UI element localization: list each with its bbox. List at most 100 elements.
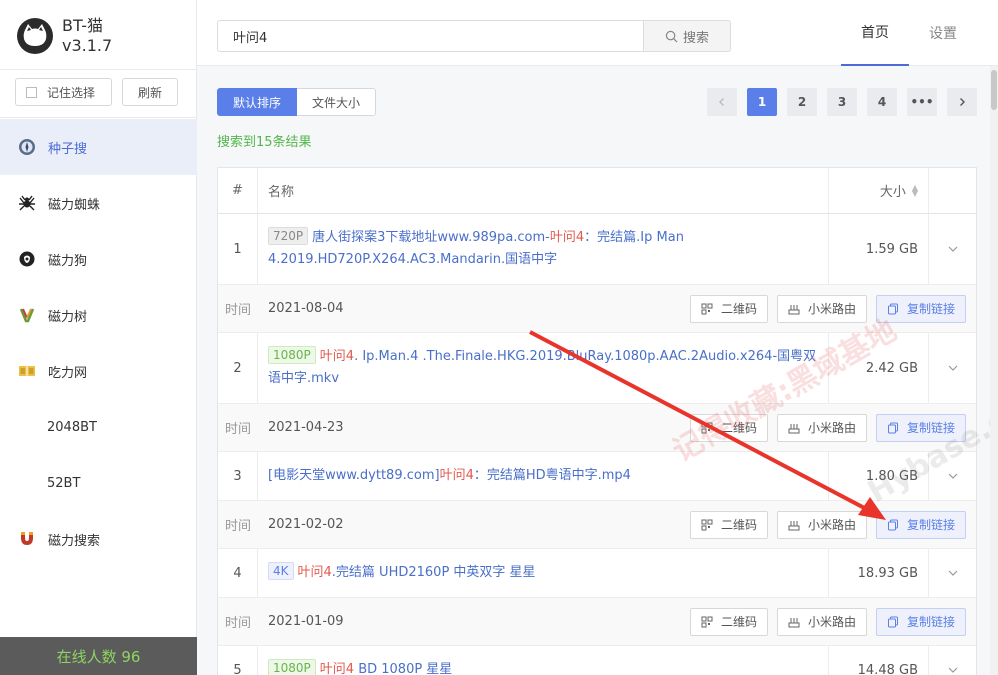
router-icon [788, 520, 800, 530]
expand-button[interactable] [929, 646, 976, 675]
magnet-icon [18, 530, 36, 548]
remember-label: 记住选择 [47, 85, 96, 100]
refresh-button[interactable]: 刷新 [122, 78, 178, 106]
qr-code-button[interactable]: 二维码 [689, 413, 768, 442]
sidebar-item-label: 种子搜 [48, 141, 88, 157]
row-meta: 时间 2021-02-02 二维码 小米路由 复制链接 [218, 501, 976, 549]
meta-label: 时间 [224, 519, 251, 534]
sidebar-item-zhongzisou[interactable]: 种子搜 [0, 119, 197, 175]
sort-default-button[interactable]: 默认排序 [217, 88, 298, 116]
copy-link-button[interactable]: 复制链接 [875, 294, 966, 323]
prev-page-button[interactable] [707, 88, 737, 116]
chevron-right-icon [960, 98, 965, 106]
compass-icon [18, 138, 36, 156]
chevron-down-icon [948, 246, 957, 252]
qr-code-button[interactable]: 二维码 [689, 607, 768, 636]
table-row: 2 1080P 叶问4. Ip.Man.4 .The.Finale.HKG.201… [218, 333, 976, 404]
row-size: 1.59 GB [829, 214, 929, 284]
xiaomi-router-button[interactable]: 小米路由 [776, 607, 867, 636]
row-index: 1 [218, 214, 258, 284]
row-keyword: 叶问4 [319, 349, 355, 364]
qr-code-button[interactable]: 二维码 [689, 510, 768, 539]
copy-link-label: 复制链接 [906, 421, 955, 435]
meta-date: 2021-01-09 [268, 614, 344, 629]
row-size: 18.93 GB [829, 549, 929, 597]
sidebar-tools: 记住选择 刷新 [0, 70, 197, 118]
sidebar-item-cilisousuo[interactable]: 磁力搜索 [0, 511, 197, 567]
copy-icon [887, 616, 898, 627]
chevron-left-icon [719, 98, 724, 106]
copy-link-button[interactable]: 复制链接 [875, 413, 966, 442]
xiaomi-router-button[interactable]: 小米路由 [776, 294, 867, 323]
copy-icon [887, 303, 898, 314]
copy-icon [887, 519, 898, 530]
cat-logo-icon [17, 18, 53, 54]
remember-checkbox[interactable]: 记住选择 [15, 78, 112, 106]
row-title-before: 唐人街探案3下载地址www.989pa.com- [312, 230, 550, 245]
sidebar-item-label: 磁力搜索 [48, 533, 101, 549]
meta-label: 时间 [224, 422, 251, 437]
sidebar: BT-猫 v3.1.7 记住选择 刷新 种子搜 磁力蜘蛛 磁力狗 磁力树 吃力网… [0, 0, 197, 675]
search-icon [665, 30, 678, 42]
router-label: 小米路由 [807, 421, 856, 435]
row-name[interactable]: 720P 唐人街探案3下载地址www.989pa.com-叶问4：完结篇.Ip M… [258, 214, 829, 284]
expand-button[interactable] [929, 214, 976, 284]
sidebar-item-label: 磁力蜘蛛 [48, 197, 101, 213]
more-pages-button[interactable]: ••• [907, 88, 937, 116]
xiaomi-router-button[interactable]: 小米路由 [776, 510, 867, 539]
page-button-3[interactable]: 3 [827, 88, 857, 116]
header-size[interactable]: 大小 ▲ ▼ [829, 168, 929, 213]
xiaomi-router-button[interactable]: 小米路由 [776, 413, 867, 442]
row-name[interactable]: 1080P 叶问4. Ip.Man.4 .The.Finale.HKG.2019.… [258, 333, 829, 403]
row-name[interactable]: 4K 叶问4.完结篇 UHD2160P 中英双字 星星 [258, 549, 829, 597]
meta-label: 时间 [224, 303, 251, 318]
sidebar-item-2048bt[interactable]: 2048BT [0, 399, 197, 455]
table-row: 4 4K 叶问4.完结篇 UHD2160P 中英双字 星星 18.93 GB [218, 549, 976, 598]
scrollbar-thumb[interactable] [991, 70, 997, 110]
next-page-button[interactable] [947, 88, 977, 116]
header-index: # [218, 168, 258, 213]
page-button-4[interactable]: 4 [867, 88, 897, 116]
row-meta: 时间 2021-04-23 二维码 小米路由 复制链接 [218, 404, 976, 452]
row-name[interactable]: [电影天堂www.dytt89.com]叶问4：完结篇HD粤语中字.mp4 [258, 452, 829, 500]
page-button-1[interactable]: 1 [747, 88, 777, 116]
expand-button[interactable] [929, 333, 976, 403]
router-icon [788, 423, 800, 433]
tab-home[interactable]: 首页 [841, 0, 909, 66]
sidebar-item-cuiligou[interactable]: 磁力狗 [0, 231, 197, 287]
copy-link-button[interactable]: 复制链接 [875, 607, 966, 636]
expand-button[interactable] [929, 452, 976, 500]
sort-size-button[interactable]: 文件大小 [297, 88, 377, 116]
row-index: 2 [218, 333, 258, 403]
qr-code-label: 二维码 [720, 302, 757, 316]
app-version: v3.1.7 [62, 36, 113, 55]
header-expand [929, 168, 976, 213]
header-size-label: 大小 [879, 185, 906, 200]
table-row: 1 720P 唐人街探案3下载地址www.989pa.com-叶问4：完结篇.Ip… [218, 214, 976, 285]
row-keyword: 叶问4 [439, 468, 474, 483]
sidebar-item-52bt[interactable]: 52BT [0, 455, 197, 511]
scrollbar[interactable] [990, 66, 998, 675]
page-button-2[interactable]: 2 [787, 88, 817, 116]
meta-date: 2021-08-04 [268, 301, 344, 316]
header: 搜索 首页 设置 [197, 0, 998, 66]
router-icon [788, 304, 800, 314]
sidebar-item-cilizhizhu[interactable]: 磁力蜘蛛 [0, 175, 197, 231]
tab-settings[interactable]: 设置 [909, 0, 977, 66]
copy-link-label: 复制链接 [906, 615, 955, 629]
sidebar-item-chiliwang[interactable]: 吃力网 [0, 343, 197, 399]
search-input[interactable] [217, 20, 645, 52]
row-index: 4 [218, 549, 258, 597]
sidebar-item-label: 吃力网 [48, 365, 88, 381]
chevron-down-icon [948, 570, 957, 576]
copy-link-button[interactable]: 复制链接 [875, 510, 966, 539]
qr-code-button[interactable]: 二维码 [689, 294, 768, 323]
expand-button[interactable] [929, 549, 976, 597]
search-button[interactable]: 搜索 [643, 20, 731, 52]
sidebar-item-cilishu[interactable]: 磁力树 [0, 287, 197, 343]
row-name[interactable]: 1080P 叶问4 BD 1080P 星星 [258, 646, 829, 675]
meta-date: 2021-04-23 [268, 420, 344, 435]
qr-code-icon [701, 616, 713, 627]
results-table: # 名称 大小 ▲ ▼ 1 720P 唐人街探案3下载地址www.989pa.com… [217, 167, 977, 675]
meta-label: 时间 [224, 616, 251, 631]
